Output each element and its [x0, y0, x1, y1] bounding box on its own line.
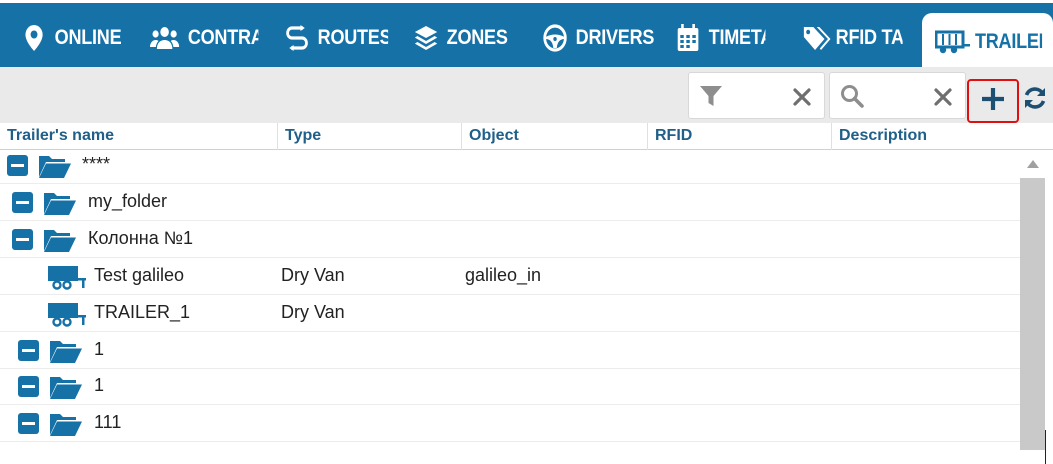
- row-type: Dry Van: [281, 265, 345, 285]
- layers-icon: [414, 24, 438, 52]
- collapse-icon[interactable]: [7, 155, 28, 176]
- row-type: Dry Van: [281, 302, 345, 322]
- tree-row-folder[interactable]: 1: [0, 368, 1020, 405]
- tree-row-folder[interactable]: 1: [0, 332, 1020, 369]
- collapse-icon[interactable]: [18, 413, 39, 434]
- tab-routes-label: ROUTES: [317, 26, 389, 49]
- tree-row-trailer[interactable]: Test galileo Dry Van galileo_in: [0, 258, 1020, 295]
- row-name: Test galileo: [94, 265, 185, 285]
- row-object: galileo_in: [465, 265, 542, 285]
- folder-open-icon: [49, 374, 83, 400]
- filter-icon: [699, 84, 723, 108]
- tab-contractors[interactable]: CONTRACTORS: [150, 6, 264, 70]
- tab-routes[interactable]: ROUTES: [285, 6, 388, 70]
- folder-open-icon: [43, 190, 77, 216]
- collapse-icon[interactable]: [18, 340, 39, 361]
- folder-open-icon: [49, 338, 83, 364]
- tab-drivers[interactable]: DRIVERS: [543, 6, 655, 70]
- steering-wheel-icon: [543, 24, 567, 52]
- tab-zones-label: ZONES: [446, 26, 508, 49]
- trailer-icon: [47, 301, 87, 327]
- tree-row-trailer[interactable]: TRAILER_1 Dry Van: [0, 295, 1020, 332]
- map-pin-icon: [22, 24, 46, 52]
- row-name: Колонна №1: [88, 228, 194, 248]
- grid-header: Trailer's name Type Object RFID Descript…: [0, 123, 1053, 150]
- trailer-icon: [47, 264, 87, 290]
- column-header-rfid[interactable]: RFID: [648, 123, 832, 150]
- tree-row-folder[interactable]: my_folder: [0, 184, 1020, 221]
- folder-open-icon: [49, 411, 83, 437]
- tab-rfid-tags-label: RFID TAGS: [835, 26, 903, 49]
- tab-timetables[interactable]: TIMETABLES: [676, 6, 774, 70]
- refresh-icon: [1022, 87, 1048, 115]
- refresh-button[interactable]: [1022, 85, 1048, 111]
- collapse-icon[interactable]: [18, 376, 39, 397]
- tree-row-folder[interactable]: ****: [0, 150, 1020, 184]
- trailer-icon: [935, 28, 971, 56]
- row-name: 111: [94, 412, 122, 432]
- collapse-icon[interactable]: [12, 192, 33, 213]
- search-field[interactable]: [829, 72, 966, 119]
- add-trailer-button[interactable]: [967, 79, 1019, 123]
- tree-row-folder[interactable]: Колонна №1: [0, 221, 1020, 258]
- clear-icon[interactable]: [933, 87, 953, 107]
- row-name: my_folder: [88, 191, 168, 211]
- tab-online-label: ONLINE: [54, 26, 122, 49]
- users-icon: [150, 24, 180, 52]
- calendar-icon: [676, 24, 700, 52]
- row-name: 1: [94, 375, 105, 395]
- scroll-up-arrow[interactable]: [1020, 152, 1045, 176]
- column-header-type[interactable]: Type: [278, 123, 462, 150]
- column-header-object[interactable]: Object: [462, 123, 648, 150]
- plus-icon: [980, 86, 1006, 117]
- row-name: 1: [94, 339, 105, 359]
- tag-icon: [803, 24, 832, 52]
- toolbar: [0, 67, 1053, 123]
- collapse-icon[interactable]: [12, 229, 33, 250]
- column-header-name[interactable]: Trailer's name: [0, 123, 278, 150]
- folder-open-icon: [43, 227, 77, 253]
- column-header-description[interactable]: Description: [832, 123, 1020, 150]
- tab-trailers[interactable]: TRAILERS: [922, 13, 1053, 70]
- row-name: ****: [82, 154, 111, 174]
- routes-icon: [285, 24, 309, 52]
- filter-field[interactable]: [688, 72, 825, 119]
- folder-open-icon: [38, 153, 72, 179]
- vertical-scrollbar[interactable]: [1020, 178, 1045, 450]
- trailer-tree-grid: **** my_folder Колонна №1 Test galileo D…: [0, 150, 1020, 450]
- tree-row-folder[interactable]: 111: [0, 405, 1020, 442]
- tab-online[interactable]: ONLINE: [22, 6, 125, 70]
- row-name: TRAILER_1: [94, 302, 191, 322]
- tab-drivers-label: DRIVERS: [575, 26, 655, 49]
- tab-timetables-label: TIMETABLES: [708, 26, 766, 49]
- clear-icon[interactable]: [792, 87, 812, 107]
- tab-zones[interactable]: ZONES: [414, 6, 514, 70]
- tab-trailers-label: TRAILERS: [975, 29, 1042, 53]
- search-icon: [840, 84, 864, 108]
- tab-rfid-tags[interactable]: RFID TAGS: [803, 6, 903, 70]
- tab-contractors-label: CONTRACTORS: [187, 26, 259, 49]
- divider: [1045, 430, 1046, 464]
- main-tab-bar: ONLINE CONTRACTORS ROUTES ZONES DRIVERS …: [0, 0, 1053, 70]
